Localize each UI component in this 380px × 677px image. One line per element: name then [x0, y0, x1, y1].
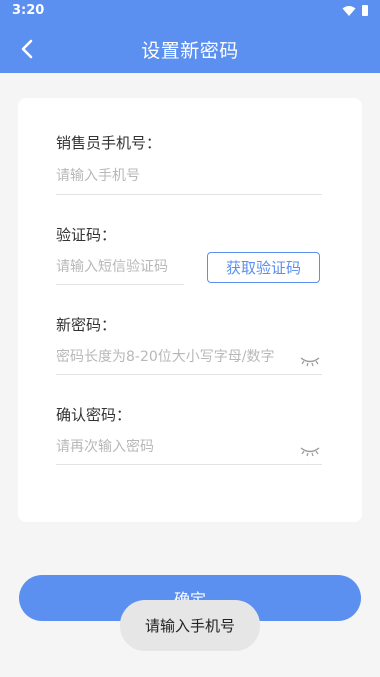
form-card: 销售员手机号： 验证码： 获取验证码 新密码： 确认密码：	[18, 98, 362, 522]
page-title: 设置新密码	[141, 40, 239, 62]
status-time: 3:20	[12, 3, 45, 18]
eye-closed-icon[interactable]	[300, 355, 320, 367]
code-label: 验证码：	[56, 226, 117, 244]
new-password-input[interactable]	[56, 345, 296, 369]
phone-underline	[56, 194, 322, 195]
code-underline	[56, 284, 184, 285]
confirm-password-input[interactable]	[56, 435, 296, 459]
status-bar: 3:20	[0, 0, 380, 24]
new-password-label: 新密码：	[56, 316, 117, 334]
code-input[interactable]	[56, 255, 184, 279]
new-password-underline	[56, 374, 322, 375]
phone-input[interactable]	[56, 164, 322, 188]
confirm-password-underline	[56, 464, 322, 465]
toast-message: 请输入手机号	[120, 600, 260, 651]
app-bar: 设置新密码	[0, 24, 380, 73]
get-code-button[interactable]: 获取验证码	[207, 252, 320, 283]
wifi-icon	[342, 6, 356, 16]
confirm-password-label: 确认密码：	[56, 406, 132, 424]
eye-closed-icon[interactable]	[300, 445, 320, 457]
battery-icon	[362, 5, 368, 16]
phone-label: 销售员手机号：	[56, 134, 162, 152]
